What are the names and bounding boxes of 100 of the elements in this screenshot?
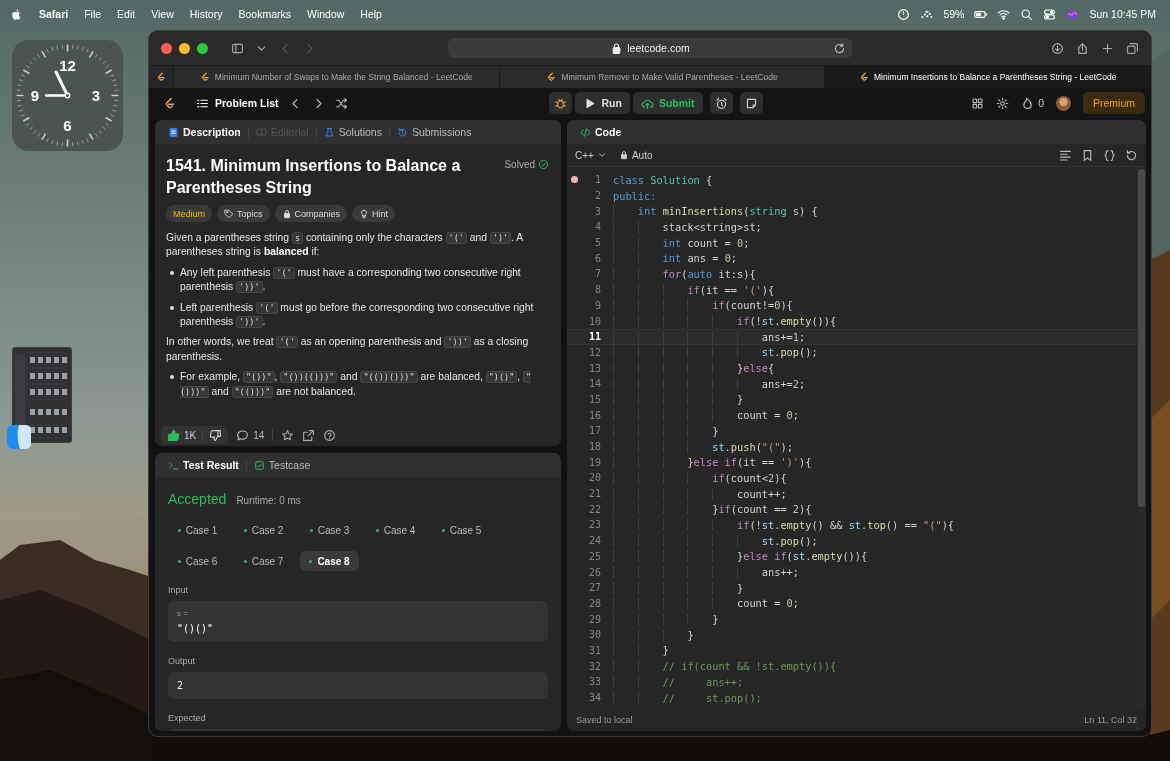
case-tab[interactable]: Case 5 (432, 520, 491, 540)
search-icon[interactable] (1020, 7, 1034, 21)
zoom-button[interactable] (197, 42, 208, 54)
submit-button[interactable]: Submit (632, 92, 703, 114)
logo-icon[interactable] (163, 96, 176, 110)
debug-button[interactable] (549, 92, 573, 114)
like-button[interactable]: 1K (161, 426, 203, 444)
app-menu[interactable]: Safari (39, 8, 69, 20)
wifi-icon[interactable] (997, 7, 1011, 21)
share-icon[interactable] (302, 428, 316, 442)
line-number: 26 (587, 566, 601, 578)
avatar[interactable] (1056, 95, 1071, 111)
help-icon[interactable] (323, 428, 337, 442)
scrollbar-thumb[interactable] (1138, 169, 1145, 507)
parameter-name: s = (177, 609, 189, 618)
menu-item[interactable]: File (84, 8, 102, 20)
panel-tab[interactable]: Submissions (391, 126, 477, 138)
status-icon[interactable] (897, 7, 911, 21)
upload-icon (640, 96, 654, 110)
browser-tab[interactable]: Minimum Remove to Make Valid Parentheses - LeetCode (499, 66, 826, 88)
settings-icon[interactable] (996, 96, 1010, 110)
menu-item[interactable]: Help (360, 8, 382, 20)
case-tab[interactable]: Case 4 (366, 520, 425, 540)
book-icon (255, 126, 267, 138)
clock-numeral: 9 (30, 87, 40, 104)
lock-icon (618, 150, 629, 160)
mode-toggle[interactable]: Auto (618, 149, 653, 161)
problem-title: 1541. Minimum Insertions to Balance a Parentheses String (166, 156, 462, 198)
bullet-icon (170, 270, 174, 275)
menu-item[interactable]: Edit (117, 8, 136, 20)
code-line: }else if(st.empty()){ (613, 550, 868, 563)
timer-button[interactable] (709, 92, 733, 114)
minimize-button[interactable] (179, 42, 190, 54)
vote-control[interactable]: 1K (161, 426, 229, 444)
panel-tab[interactable]: Test Result (163, 459, 244, 471)
case-tab[interactable]: Case 1 (168, 520, 227, 540)
app-icon[interactable] (7, 425, 31, 449)
difficulty-badge[interactable]: Medium (166, 205, 212, 222)
document-icon (168, 126, 179, 138)
favicon (546, 72, 557, 82)
layout-icon[interactable] (971, 96, 985, 110)
notes-button[interactable] (739, 92, 763, 114)
streak-counter[interactable]: 0 (1021, 96, 1044, 110)
panel-tab[interactable]: Description (163, 126, 246, 138)
code-line: public: (613, 189, 657, 202)
code-line: } (613, 628, 694, 641)
address-bar[interactable]: leetcode.com (448, 38, 852, 58)
window-thumbnail[interactable] (12, 347, 72, 443)
play-icon (583, 96, 597, 110)
pinned-tab-icon[interactable] (156, 72, 166, 82)
tab-overview-icon[interactable] (1126, 41, 1139, 55)
panel-tab[interactable]: Testcase (248, 459, 316, 471)
sidebar-icon[interactable] (231, 41, 244, 55)
menu-item[interactable]: Bookmarks (238, 8, 291, 20)
tag-button[interactable]: Topics (217, 205, 270, 222)
save-status: Saved to local (576, 714, 633, 725)
favicon (859, 72, 869, 82)
reload-icon[interactable] (833, 42, 846, 55)
case-tab[interactable]: Case 3 (300, 520, 359, 540)
case-tab[interactable]: Case 6 (168, 551, 227, 571)
code-line: if(it == '('){ (613, 283, 775, 296)
run-button[interactable]: Run (575, 92, 630, 114)
menu-item[interactable]: History (189, 8, 223, 20)
comment-icon (236, 428, 250, 442)
share-icon[interactable] (1076, 41, 1089, 55)
browser-tab[interactable]: Minimum Number of Swaps to Make the String Balanced - LeetCode (174, 66, 500, 88)
case-tab[interactable]: Case 2 (234, 520, 293, 540)
line-number: 22 (587, 503, 601, 515)
control-center-icon[interactable] (1043, 7, 1057, 21)
browser-tab[interactable]: Minimum Insertions to Balance a Parentheses String - LeetCode (825, 66, 1151, 88)
menu-item[interactable]: View (151, 8, 174, 20)
new-tab-icon[interactable] (1101, 41, 1114, 55)
menu-clock[interactable]: Sun 10:45 PM (1089, 8, 1156, 20)
reset-icon[interactable] (1125, 148, 1138, 162)
bookmark-icon[interactable] (1081, 148, 1094, 162)
format-icon[interactable] (1059, 148, 1072, 162)
tag-button[interactable]: Hint (352, 205, 396, 222)
problem-list-link[interactable]: Problem List (196, 96, 279, 110)
braces-icon[interactable] (1103, 148, 1116, 162)
shuffle-icon[interactable] (334, 96, 348, 110)
premium-button[interactable]: Premium (1083, 92, 1145, 114)
menu-item[interactable]: Window (306, 8, 345, 20)
language-dropdown[interactable]: C++ (575, 149, 607, 161)
close-button[interactable] (161, 42, 172, 54)
panel-tab[interactable]: Code (575, 126, 627, 138)
breakpoint-dot[interactable] (571, 176, 578, 184)
download-icon[interactable] (1051, 41, 1064, 55)
case-tab[interactable]: Case 7 (234, 551, 293, 571)
tag-button[interactable]: Companies (274, 205, 348, 222)
url-text: leetcode.com (627, 42, 690, 54)
line-number: 17 (587, 425, 601, 437)
battery-percent: 59% (943, 8, 965, 20)
panel-tab[interactable]: Solutions (318, 126, 387, 138)
field-label: Output (168, 656, 197, 666)
apple-icon[interactable] (10, 7, 23, 21)
star-icon[interactable] (281, 428, 295, 442)
line-number: 25 (587, 550, 601, 562)
case-tab[interactable]: Case 8 (300, 551, 359, 571)
comments-button[interactable]: 14 (236, 428, 265, 442)
code-line: if(!st.empty()){ (613, 315, 837, 328)
